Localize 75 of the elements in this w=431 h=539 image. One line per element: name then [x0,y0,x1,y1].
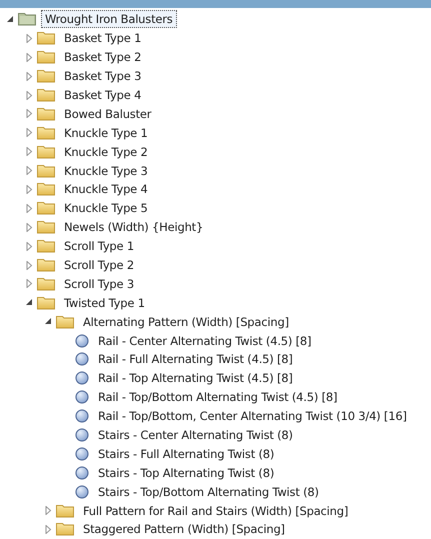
expand-arrow-icon[interactable] [24,147,34,156]
folder-icon [18,12,36,26]
expand-arrow-icon[interactable] [24,72,34,81]
circle-icon [75,409,89,424]
folder-icon [37,276,55,291]
folder-icon [37,182,55,196]
tree-item[interactable]: Basket Type 2 [60,48,146,66]
folder-icon [37,239,55,254]
tree-item[interactable]: Scroll Type 3 [60,274,138,293]
folder-icon [37,106,55,121]
tree-item[interactable]: Stairs - Full Alternating Twist (8) [94,444,278,463]
collapse-arrow-icon[interactable] [44,317,52,326]
folder-icon [56,522,74,536]
folder-icon [37,258,55,272]
folder-icon [37,126,55,140]
circle-icon [75,352,89,366]
expand-arrow-icon[interactable] [24,222,34,232]
expand-arrow-icon[interactable] [44,524,52,534]
circle-icon [75,466,89,480]
tree-item[interactable]: Rail - Top Alternating Twist (4.5) [8] [94,369,297,388]
tree-item[interactable]: Rail - Center Alternating Twist (4.5) [8] [94,332,316,350]
collapse-arrow-icon[interactable] [6,14,14,24]
tree-item[interactable]: Basket Type 1 [60,29,146,48]
tree-item[interactable]: Wrought Iron Balusters [41,10,177,28]
folder-icon [37,164,55,178]
tree-item[interactable]: Scroll Type 1 [60,237,138,256]
tree-item[interactable]: Knuckle Type 4 [60,180,152,198]
folder-icon [37,296,55,310]
tree-item[interactable]: Knuckle Type 3 [60,162,152,180]
tree-item[interactable]: Stairs - Top/Bottom Alternating Twist (8) [94,482,323,501]
expand-arrow-icon[interactable] [24,279,34,288]
tree-item[interactable]: Bowed Baluster [60,104,156,123]
expand-arrow-icon[interactable] [24,166,34,176]
folder-icon [37,220,55,234]
expand-arrow-icon[interactable] [24,109,34,118]
tree-item[interactable]: Basket Type 4 [60,86,146,104]
tree-item[interactable]: Knuckle Type 2 [60,142,152,161]
expand-arrow-icon[interactable] [24,90,34,100]
tree-item[interactable]: Knuckle Type 5 [60,199,152,218]
folder-icon [37,201,55,216]
tree-item[interactable]: Stairs - Top Alternating Twist (8) [94,464,278,482]
expand-arrow-icon[interactable] [24,52,34,62]
tree-item[interactable]: Alternating Pattern (Width) [Spacing] [79,312,293,331]
expand-arrow-icon[interactable] [44,506,52,516]
expand-arrow-icon[interactable] [24,184,34,194]
expand-arrow-icon[interactable] [24,242,34,251]
tree-item[interactable]: Staggered Pattern (Width) [Spacing] [79,520,289,538]
circle-icon [75,484,89,499]
tree-item[interactable]: Rail - Top/Bottom, Center Alternating Twist (10 3/4) [16] [94,407,411,426]
folder-icon [37,50,55,64]
circle-icon [75,390,89,404]
circle-icon [75,428,89,442]
expand-arrow-icon[interactable] [24,128,34,138]
expand-arrow-icon[interactable] [24,260,34,270]
expand-arrow-icon[interactable] [24,34,34,43]
circle-icon [75,334,89,348]
tree-item[interactable]: Basket Type 3 [60,67,146,86]
tree-item[interactable]: Full Pattern for Rail and Stairs (Width) [Spacing] [79,502,352,520]
tree-item[interactable]: Stairs - Center Alternating Twist (8) [94,426,297,444]
circle-icon [75,371,89,386]
expand-arrow-icon[interactable] [24,204,34,213]
collapse-arrow-icon[interactable] [24,298,34,308]
tree-item[interactable]: Rail - Full Alternating Twist (4.5) [8] [94,350,297,368]
tree-item[interactable]: Knuckle Type 1 [60,124,152,142]
tree-item[interactable]: Twisted Type 1 [60,294,149,312]
circle-icon [75,446,89,461]
tree-item[interactable]: Rail - Top/Bottom Alternating Twist (4.5) [8] [94,388,342,406]
tree-item[interactable]: Newels (Width) {Height} [60,218,208,236]
folder-icon [56,504,74,518]
folder-icon [56,314,74,329]
folder-icon [37,144,55,159]
folder-icon [37,88,55,102]
folder-icon [37,31,55,46]
tree-item[interactable]: Scroll Type 2 [60,256,138,274]
folder-icon [37,69,55,84]
